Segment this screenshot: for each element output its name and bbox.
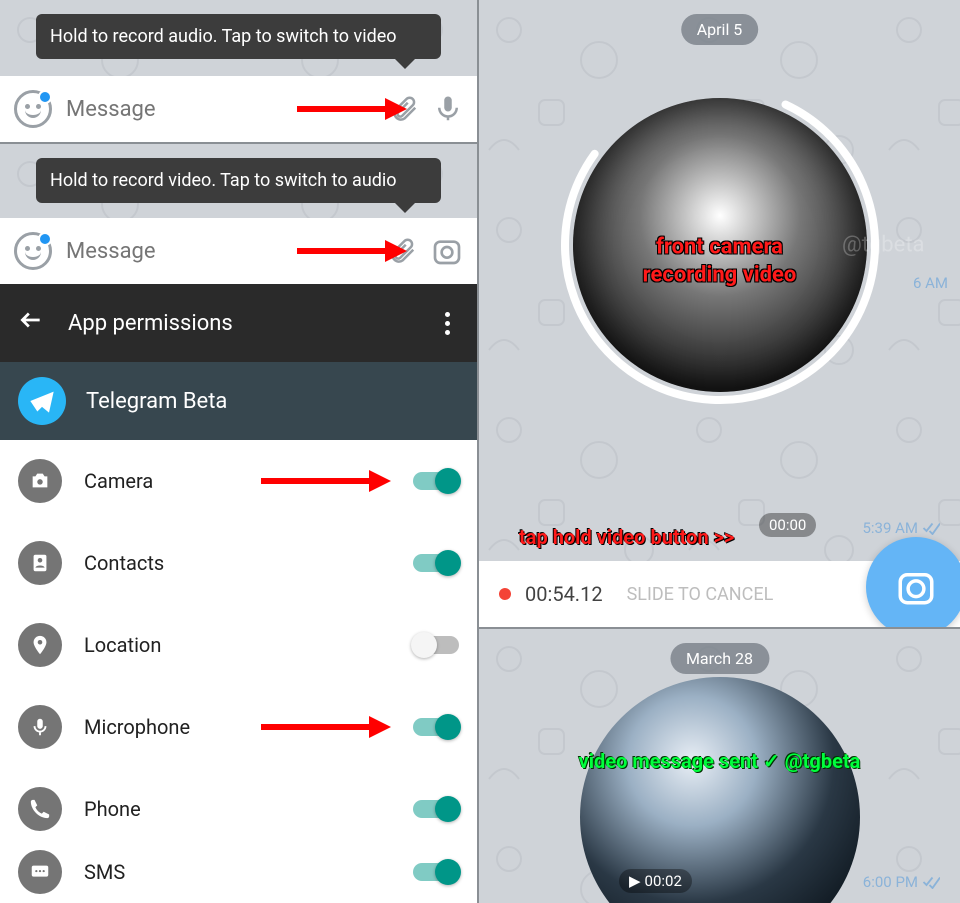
date-pill: April 5 [681,14,759,45]
sent-video-bubble[interactable] [580,677,860,903]
permission-toggle[interactable] [413,863,459,881]
red-arrow-annotation [261,714,391,740]
message-input-bar [0,218,477,284]
header-title: App permissions [68,311,411,336]
app-row: Telegram Beta [0,362,477,440]
more-icon[interactable] [435,312,459,335]
partial-time-badge: 6 AM [913,274,948,292]
red-arrow-annotation [261,468,391,494]
phone-icon [18,787,62,831]
permission-location: Location [0,604,477,686]
tap-hold-annotation: tap hold video button >> [519,525,734,549]
permission-label: Contacts [84,551,391,575]
slide-to-cancel[interactable]: SLIDE TO CANCEL [627,584,774,605]
recording-dot-icon [499,588,511,600]
permission-toggle[interactable] [413,636,459,654]
tooltip-text: Hold to record video. Tap to switch to a… [50,170,397,191]
permission-label: Phone [84,797,391,821]
permission-phone: Phone [0,768,477,850]
recording-bar: 00:54.12 SLIDE TO CANCEL [479,561,960,627]
permissions-header: App permissions [0,284,477,362]
chat-panel-video: Hold to record video. Tap to switch to a… [0,142,477,284]
sent-time-badge: 6:00 PM [863,873,940,891]
date-pill: March 28 [670,643,769,674]
permission-microphone: Microphone [0,686,477,768]
permission-label: Camera [84,469,239,493]
permission-toggle[interactable] [413,472,459,490]
permission-toggle[interactable] [413,800,459,818]
back-icon[interactable] [18,307,44,339]
permission-toggle[interactable] [413,718,459,736]
video-camera-icon[interactable] [431,235,463,267]
permission-contacts: Contacts [0,522,477,604]
emoji-button[interactable] [14,90,52,128]
red-arrow-annotation [297,96,407,122]
permission-toggle[interactable] [413,554,459,572]
record-tooltip-video: Hold to record video. Tap to switch to a… [36,158,441,203]
microphone-icon[interactable] [433,94,463,124]
video-record-circle: @tgbeta front camera recording video [555,80,885,410]
watermark: @tgbeta [842,233,925,258]
red-arrow-annotation [297,238,407,264]
microphone-icon [18,705,62,749]
sms-icon [18,850,62,894]
sent-annotation: video message sent ✓ @tgbeta [579,749,861,773]
permission-label: SMS [84,860,391,884]
camera-icon [18,459,62,503]
telegram-app-icon [18,377,66,425]
duration-badge: ▶00:02 [619,869,692,893]
duration-badge: 00:00 [759,513,816,537]
app-name: Telegram Beta [86,389,227,414]
record-tooltip-audio: Hold to record audio. Tap to switch to v… [36,14,441,59]
permission-sms: SMS [0,850,477,894]
permissions-list: Camera Contacts Location Microphone Phon… [0,440,477,903]
message-input-bar [0,76,477,142]
sent-time-badge: 5:39 AM [862,519,940,537]
location-icon [18,623,62,667]
permission-label: Location [84,633,391,657]
video-record-button[interactable] [866,537,960,637]
recording-timer: 00:54.12 [525,582,603,606]
permission-label: Microphone [84,715,239,739]
chat-panel-audio: Hold to record audio. Tap to switch to v… [0,0,477,142]
recording-panel: April 5 @tgbeta front camera recording v… [479,0,960,627]
sent-message-panel: March 28 video message sent ✓ @tgbeta ▶0… [479,627,960,903]
tooltip-text: Hold to record audio. Tap to switch to v… [50,26,397,47]
overlay-annotation: front camera recording video [643,233,797,290]
permission-camera: Camera [0,440,477,522]
emoji-button[interactable] [14,232,52,270]
contacts-icon [18,541,62,585]
